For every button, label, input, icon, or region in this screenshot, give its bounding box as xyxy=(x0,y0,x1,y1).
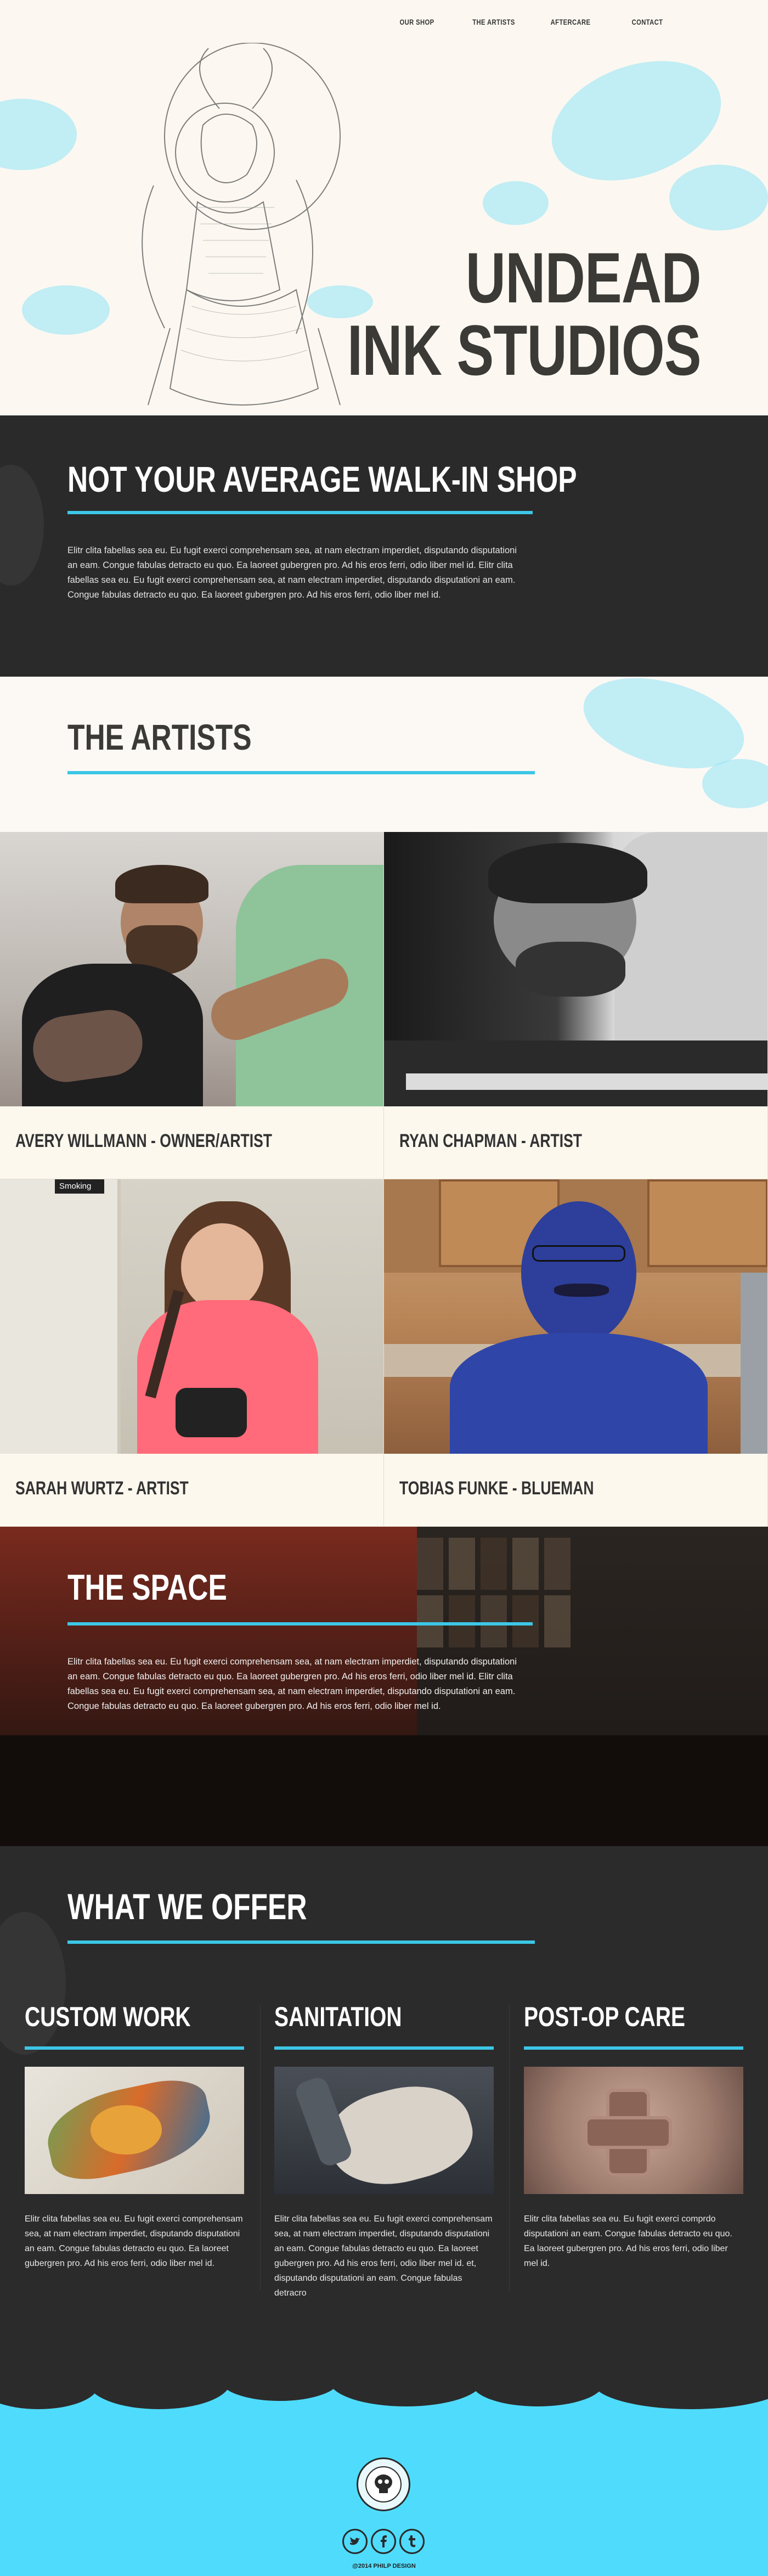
tumblr-icon[interactable] xyxy=(399,2529,425,2554)
intro-title: NOT YOUR AVERAGE WALK-IN SHOP xyxy=(67,459,577,499)
skull-logo-icon xyxy=(365,2466,402,2502)
ink-drip xyxy=(88,2376,230,2409)
offer-column-title: POST-OP CARE xyxy=(524,2001,686,2032)
main-nav: OUR SHOP THE ARTISTS AFTERCARE CONTACT xyxy=(379,18,686,26)
offer-column-text: Elitr clita fabellas sea eu. Eu fugit ex… xyxy=(524,2214,732,2268)
offer-column-text: Elitr clita fabellas sea eu. Eu fugit ex… xyxy=(274,2214,493,2298)
sanitation-image xyxy=(274,2067,494,2194)
twitter-icon[interactable] xyxy=(342,2529,368,2554)
artists-underline xyxy=(67,771,535,774)
ink-splash xyxy=(669,165,768,230)
intro-text: Elitr clita fabellas sea eu. Eu fugit ex… xyxy=(67,545,517,600)
space-title: THE SPACE xyxy=(67,1567,227,1607)
artist-caption: SARAH WURTZ - ARTIST xyxy=(15,1478,189,1499)
offer-underline xyxy=(67,1941,535,1944)
ink-splash xyxy=(702,759,768,808)
hero-title-line1: UNDEAD xyxy=(465,238,702,318)
site-footer: @2014 PHILP DESIGN xyxy=(0,2376,768,2576)
offer-column-underline xyxy=(524,2046,743,2050)
nav-aftercare[interactable]: AFTERCARE xyxy=(540,18,601,26)
ink-drip xyxy=(219,2376,340,2401)
artists-title: THE ARTISTS xyxy=(67,717,252,757)
nav-contact[interactable]: CONTACT xyxy=(617,18,678,26)
ink-drip xyxy=(592,2376,768,2409)
offer-column-title: CUSTOM WORK xyxy=(25,2001,191,2032)
artist-caption: RYAN CHAPMAN - ARTIST xyxy=(399,1130,582,1151)
offer-column-sanitation: SANITATION Elitr clita fabellas sea eu. … xyxy=(250,2001,499,2376)
artists-heading-section: THE ARTISTS xyxy=(0,677,768,832)
copyright-text: @2014 PHILP DESIGN xyxy=(352,2563,416,2569)
artist-photo xyxy=(384,1179,767,1454)
artist-card-sarah[interactable]: Smoking SARAH WURTZ - ARTIST xyxy=(0,1179,384,1527)
nav-the-artists[interactable]: THE ARTISTS xyxy=(463,18,524,26)
ink-splash xyxy=(0,99,77,170)
facebook-icon[interactable] xyxy=(371,2529,396,2554)
offer-column-custom-work: CUSTOM WORK Elitr clita fabellas sea eu.… xyxy=(0,2001,250,2376)
frame-wall xyxy=(417,1538,571,1647)
smoking-sign: Smoking xyxy=(55,1179,104,1194)
artist-card-tobias[interactable]: TOBIAS FUNKE - BLUEMAN xyxy=(384,1179,768,1527)
ink-drip xyxy=(329,2376,483,2406)
intro-underline xyxy=(67,511,533,514)
offer-column-title: SANITATION xyxy=(274,2001,402,2032)
hero-title-line2: INK STUDIOS xyxy=(347,310,702,390)
post-op-care-image xyxy=(524,2067,743,2194)
artist-caption: TOBIAS FUNKE - BLUEMAN xyxy=(399,1478,594,1499)
offer-column-underline xyxy=(25,2046,244,2050)
offer-column-underline xyxy=(274,2046,494,2050)
space-floor xyxy=(0,1735,768,1846)
artist-photo xyxy=(0,832,383,1106)
offer-column-text: Elitr clita fabellas sea eu. Eu fugit ex… xyxy=(25,2214,243,2268)
artist-card-avery[interactable]: AVERY WILLMANN - OWNER/ARTIST xyxy=(0,832,384,1179)
studio-logo[interactable] xyxy=(357,2457,410,2511)
hero-title: UNDEAD INK STUDIOS xyxy=(247,238,702,390)
artist-photo: Smoking xyxy=(0,1179,383,1454)
nav-our-shop[interactable]: OUR SHOP xyxy=(386,18,448,26)
space-section: THE SPACE Elitr clita fabellas sea eu. E… xyxy=(0,1527,768,1846)
artist-photo xyxy=(384,832,767,1106)
intro-section: NOT YOUR AVERAGE WALK-IN SHOP Elitr clit… xyxy=(0,415,768,677)
artists-grid: AVERY WILLMANN - OWNER/ARTIST RYAN CHAPM… xyxy=(0,832,768,1527)
ink-drip xyxy=(0,2376,99,2409)
custom-work-image xyxy=(25,2067,244,2194)
ink-splash xyxy=(483,181,549,225)
offer-section: WHAT WE OFFER CUSTOM WORK Elitr clita fa… xyxy=(0,1846,768,2376)
offer-column-post-op-care: POST-OP CARE Elitr clita fabellas sea eu… xyxy=(499,2001,749,2376)
space-underline xyxy=(67,1622,533,1626)
artist-caption: AVERY WILLMANN - OWNER/ARTIST xyxy=(15,1130,272,1151)
space-text: Elitr clita fabellas sea eu. Eu fugit ex… xyxy=(67,1657,517,1711)
offer-title: WHAT WE OFFER xyxy=(67,1886,307,1927)
ink-splatter xyxy=(0,465,44,586)
artist-card-ryan[interactable]: RYAN CHAPMAN - ARTIST xyxy=(384,832,768,1179)
ink-drip xyxy=(472,2376,603,2406)
hero-section: OUR SHOP THE ARTISTS AFTERCARE CONTACT U… xyxy=(0,0,768,415)
